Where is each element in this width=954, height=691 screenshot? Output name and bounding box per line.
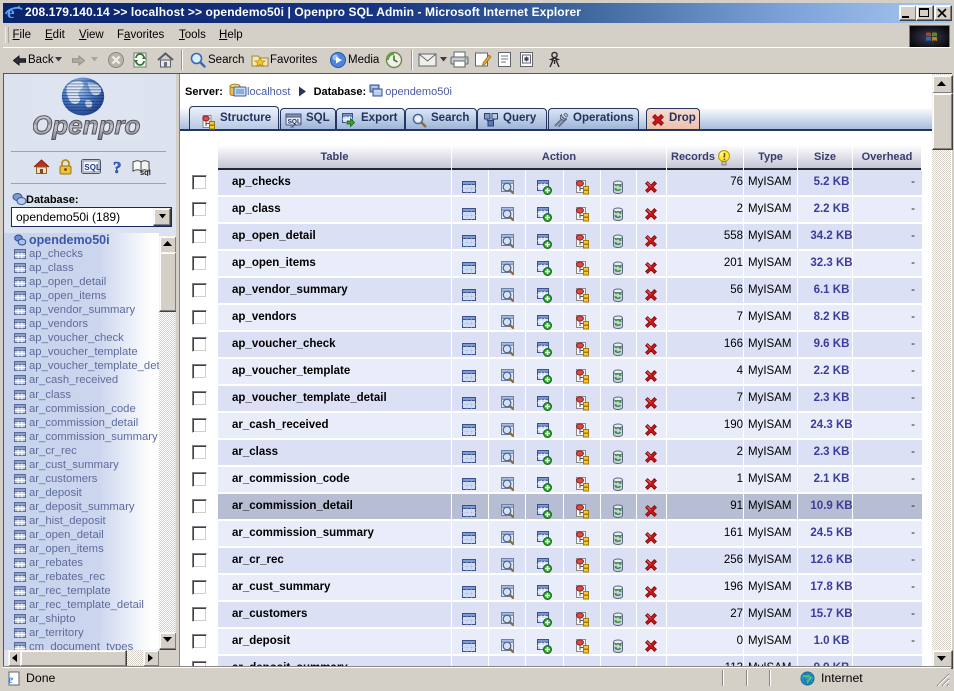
svg-text:Openpro: Openpro xyxy=(33,110,140,140)
svg-text:?: ? xyxy=(113,158,122,176)
svg-text:e: e xyxy=(8,672,14,686)
svg-text:SQL: SQL xyxy=(288,119,301,126)
svg-text:sql: sql xyxy=(140,168,151,176)
svg-text:SQL: SQL xyxy=(84,163,101,172)
svg-text:e: e xyxy=(7,3,15,21)
